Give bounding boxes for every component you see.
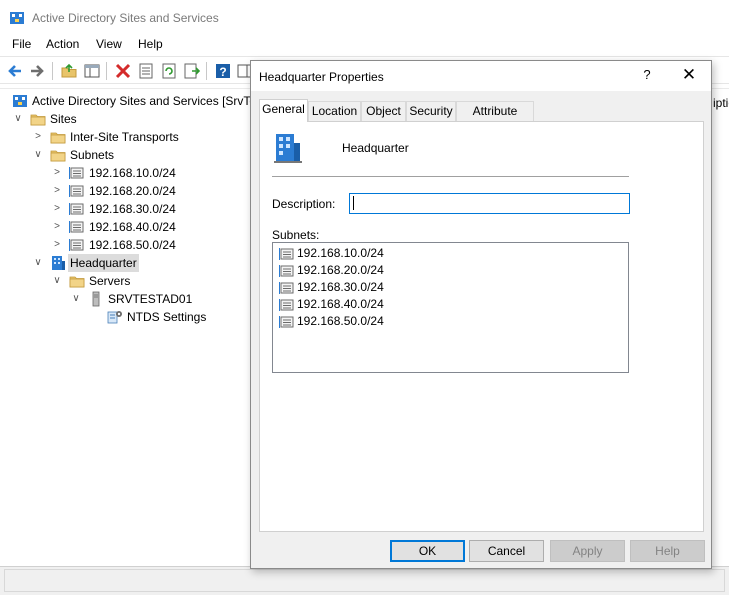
- show-hide-tree-icon[interactable]: [83, 62, 101, 80]
- status-cell: [4, 569, 725, 592]
- menu-bar: File Action View Help: [0, 34, 729, 56]
- chevron-down-icon[interactable]: ∨: [70, 290, 82, 308]
- toolbar-separator: [52, 62, 53, 80]
- description-field[interactable]: [349, 193, 630, 214]
- list-item-label: 192.168.10.0/24: [297, 246, 384, 260]
- chevron-right-icon[interactable]: >: [51, 200, 63, 218]
- tree-item-label: 192.168.50.0/24: [89, 238, 176, 252]
- tree-item-label: Inter-Site Transports: [70, 130, 179, 144]
- properties-dialog: Headquarter Properties ? ✕ General Locat…: [250, 60, 712, 569]
- folder-icon: [30, 111, 46, 127]
- folder-icon: [50, 129, 66, 145]
- close-button[interactable]: ✕: [679, 65, 699, 85]
- refresh-icon[interactable]: [160, 62, 178, 80]
- tab-general[interactable]: General: [259, 99, 308, 122]
- window-titlebar: Active Directory Sites and Services: [0, 0, 729, 34]
- general-tab-panel: Headquarter Description: Subnets: 192.16…: [259, 121, 704, 532]
- folder-icon: [69, 273, 85, 289]
- tree-item-label: 192.168.10.0/24: [89, 166, 176, 180]
- tree-item-label: Subnets: [70, 148, 115, 162]
- tree-item-label: Active Directory Sites and Services [Srv…: [32, 94, 263, 108]
- list-item-label: 192.168.40.0/24: [297, 297, 384, 311]
- chevron-right-icon[interactable]: >: [51, 218, 63, 236]
- ad-sites-icon: [9, 10, 25, 26]
- tree-item-label: Sites: [50, 112, 77, 126]
- chevron-right-icon[interactable]: >: [32, 128, 44, 146]
- site-name: Headquarter: [342, 141, 409, 155]
- apply-button[interactable]: Apply: [550, 540, 625, 562]
- column-header-fragment: iptio: [713, 96, 729, 110]
- tree-item-label: Headquarter: [68, 254, 139, 272]
- chevron-down-icon[interactable]: ∨: [12, 110, 24, 128]
- up-folder-icon[interactable]: [60, 62, 78, 80]
- export-list-icon[interactable]: [183, 62, 201, 80]
- site-icon: [274, 134, 302, 163]
- ok-button[interactable]: OK: [390, 540, 465, 562]
- tree-item-label: 192.168.40.0/24: [89, 220, 176, 234]
- menu-file[interactable]: File: [12, 37, 31, 51]
- folder-icon: [50, 147, 66, 163]
- tab-object[interactable]: Object: [361, 101, 406, 121]
- list-item-label: 192.168.50.0/24: [297, 314, 384, 328]
- site-icon: [50, 255, 66, 271]
- text-caret: [353, 196, 354, 210]
- subnet-icon: [279, 280, 295, 296]
- subnet-icon: [69, 219, 85, 235]
- chevron-down-icon[interactable]: ∨: [32, 146, 44, 164]
- menu-action[interactable]: Action: [46, 37, 79, 51]
- delete-icon[interactable]: [114, 62, 132, 80]
- svg-text:?: ?: [219, 65, 226, 79]
- ntds-settings-icon: [107, 309, 123, 325]
- back-arrow-icon[interactable]: [6, 62, 24, 80]
- subnet-icon: [69, 201, 85, 217]
- subnet-icon: [279, 297, 295, 313]
- chevron-down-icon[interactable]: ∨: [51, 272, 63, 290]
- help-dialog-button[interactable]: Help: [630, 540, 705, 562]
- ad-sites-icon: [12, 93, 28, 109]
- tree-item-label: Servers: [89, 274, 131, 288]
- help-icon[interactable]: ?: [214, 62, 232, 80]
- toolbar-separator: [106, 62, 107, 80]
- help-button[interactable]: ?: [640, 67, 654, 82]
- forward-arrow-icon[interactable]: [28, 62, 46, 80]
- server-icon: [88, 291, 104, 307]
- dialog-titlebar: Headquarter Properties ? ✕: [251, 61, 711, 91]
- subnet-icon: [69, 165, 85, 181]
- list-item-label: 192.168.30.0/24: [297, 280, 384, 294]
- chevron-right-icon[interactable]: >: [51, 182, 63, 200]
- tab-attribute-editor[interactable]: Attribute Editor: [456, 101, 534, 136]
- subnet-icon: [69, 183, 85, 199]
- subnet-icon: [69, 237, 85, 253]
- tree-item-label: 192.168.20.0/24: [89, 184, 176, 198]
- menu-view[interactable]: View: [96, 37, 122, 51]
- menu-help[interactable]: Help: [138, 37, 163, 51]
- subnets-label: Subnets:: [272, 228, 320, 242]
- list-item-label: 192.168.20.0/24: [297, 263, 384, 277]
- chevron-right-icon[interactable]: >: [51, 164, 63, 182]
- cancel-button[interactable]: Cancel: [469, 540, 544, 562]
- chevron-down-icon[interactable]: ∨: [32, 254, 44, 272]
- subnet-icon: [279, 246, 295, 262]
- tree-item-label: NTDS Settings: [127, 310, 207, 324]
- properties-icon[interactable]: [137, 62, 155, 80]
- tab-security[interactable]: Security: [406, 101, 456, 121]
- tree-item-label: 192.168.30.0/24: [89, 202, 176, 216]
- subnet-icon: [279, 314, 295, 330]
- tab-location[interactable]: Location: [308, 101, 361, 121]
- tree-item-label: SRVTESTAD01: [108, 292, 193, 306]
- window-title: Active Directory Sites and Services: [32, 11, 219, 25]
- dialog-title: Headquarter Properties: [259, 70, 384, 84]
- subnet-icon: [279, 263, 295, 279]
- description-label: Description:: [272, 197, 336, 211]
- subnets-list[interactable]: 192.168.10.0/24 192.168.20.0/24 192.168.…: [272, 242, 629, 373]
- toolbar-separator: [206, 62, 207, 80]
- status-bar: [0, 566, 729, 595]
- chevron-right-icon[interactable]: >: [51, 236, 63, 254]
- divider: [272, 176, 629, 177]
